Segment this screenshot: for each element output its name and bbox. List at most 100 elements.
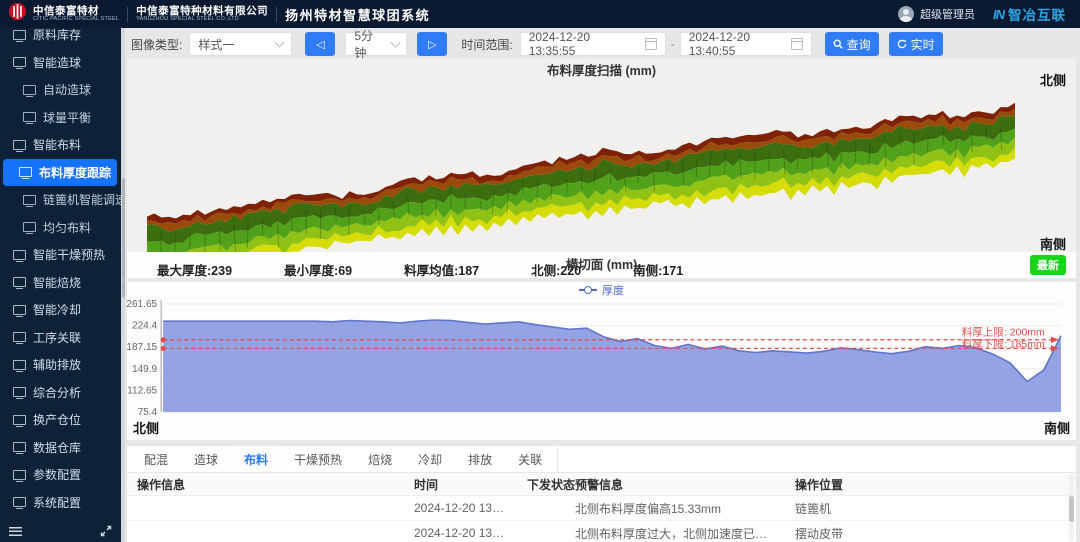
latest-badge[interactable]: 最新 [1030, 255, 1066, 275]
tab-0[interactable]: 配混 [131, 446, 181, 472]
monitor-icon [13, 140, 26, 150]
sidebar-item-label: 智能干燥预热 [33, 246, 105, 263]
interval-select[interactable]: 5分钟 [345, 32, 407, 56]
col-header-0: 操作信息 [127, 476, 404, 493]
tab-4[interactable]: 焙烧 [355, 446, 405, 472]
legend-marker-icon [579, 289, 597, 291]
citic-logo-icon [8, 2, 27, 26]
sidebar-item-2[interactable]: 自动造球 [0, 76, 121, 104]
sidebar-item-15[interactable]: 数据仓库 [0, 434, 121, 462]
cell-0-3: 北侧布料厚度偏高15.33mm [565, 500, 785, 517]
sidebar-item-11[interactable]: 工序关联 [0, 324, 121, 352]
cross-section-panel: 厚度 75.4112.65149.9187.15224.4261.65料厚上限:… [127, 282, 1076, 440]
collapse-menu-icon[interactable] [9, 527, 22, 536]
markline-label-0: 料厚上限: 200mm [962, 326, 1045, 339]
prev-interval-button[interactable]: ◁ [305, 32, 335, 56]
brand-yangzhou: 中信泰富特种材料有限公司 YANGZHOU SPECIAL STEEL CO.,… [136, 6, 268, 23]
sidebar-item-label: 辅助排放 [33, 356, 81, 373]
svg-text:261.65: 261.65 [127, 299, 158, 310]
table-row[interactable]: 2024-12-20 13:40:00北侧布料厚度偏高15.33mm链篦机 [127, 496, 1076, 521]
tab-6[interactable]: 排放 [455, 446, 505, 472]
next-interval-button[interactable]: ▷ [417, 32, 447, 56]
table-scrollbar-thumb[interactable] [1069, 496, 1074, 522]
sidebar-item-label: 系统配置 [33, 494, 81, 511]
realtime-button[interactable]: 实时 [889, 32, 943, 56]
query-button[interactable]: 查询 [825, 32, 879, 56]
cell-1-3: 北侧布料厚度过大，北侧加速度已达上限值，不再增速 [565, 525, 785, 542]
monitor-icon [13, 277, 26, 287]
monitor-icon [13, 250, 26, 260]
user-name: 超级管理员 [920, 6, 975, 22]
tab-1[interactable]: 造球 [181, 446, 231, 472]
sidebar-item-label: 智能焙烧 [33, 274, 81, 291]
vendor-name: 智冶互联 [1008, 4, 1066, 24]
sidebar-item-5[interactable]: 布料厚度跟踪 [3, 159, 117, 187]
sidebar-menu: 原料库存智能造球自动造球球量平衡智能布料布料厚度跟踪链篦机智能调速均匀布料智能干… [0, 28, 121, 516]
tab-5[interactable]: 冷却 [405, 446, 455, 472]
stat-2: 料厚均值:187 [404, 260, 479, 279]
table-scrollbar[interactable] [1069, 474, 1074, 540]
monitor-icon [13, 360, 26, 370]
sidebar-scrollbar-thumb[interactable] [122, 178, 125, 298]
calendar-icon [645, 38, 657, 50]
sidebar-item-label: 智能造球 [33, 54, 81, 71]
sidebar-item-17[interactable]: 系统配置 [0, 489, 121, 517]
sidebar-item-label: 自动造球 [43, 81, 91, 98]
monitor-icon [13, 305, 26, 315]
time-to-input[interactable]: 2024-12-20 13:40:55 [680, 32, 812, 56]
col-header-3: 预警信息 [565, 476, 785, 493]
sidebar-item-10[interactable]: 智能冷却 [0, 296, 121, 324]
tab-3[interactable]: 干燥预热 [281, 446, 355, 472]
sidebar-item-7[interactable]: 均匀布料 [0, 214, 121, 242]
tab-2[interactable]: 布料 [231, 446, 281, 472]
sidebar-item-9[interactable]: 智能焙烧 [0, 269, 121, 297]
surface-stats-band: 横切面 (mm) 最大厚度:239最小厚度:69料厚均值:187北侧:220南侧… [127, 252, 1076, 278]
events-panel: 配混造球布料干燥预热焙烧冷却排放关联 操作信息时间下发状态预警信息操作位置 20… [127, 446, 1076, 542]
sidebar-item-label: 工序关联 [33, 329, 81, 346]
fullscreen-icon[interactable] [100, 525, 112, 537]
sidebar-item-label: 智能布料 [33, 136, 81, 153]
monitor-icon [13, 387, 26, 397]
tab-7[interactable]: 关联 [505, 446, 555, 472]
surface-stats: 最大厚度:239最小厚度:69料厚均值:187北侧:220南侧:171 [157, 260, 683, 279]
sidebar-item-16[interactable]: 参数配置 [0, 461, 121, 489]
sidebar-item-14[interactable]: 换产仓位 [0, 406, 121, 434]
legend-thickness[interactable]: 厚度 [127, 282, 1076, 298]
sidebar-item-8[interactable]: 智能干燥预热 [0, 241, 121, 269]
col-header-2: 下发状态 [517, 476, 565, 493]
sidebar-item-1[interactable]: 智能造球 [0, 49, 121, 77]
sidebar-scrollbar[interactable] [121, 28, 125, 542]
monitor-icon [13, 442, 26, 452]
table-body: 2024-12-20 13:40:00北侧布料厚度偏高15.33mm链篦机202… [127, 496, 1076, 542]
image-type-select[interactable]: 样式一 [189, 32, 292, 56]
monitor-icon [23, 85, 36, 95]
sidebar-footer [0, 520, 121, 542]
monitor-icon [13, 332, 26, 342]
monitor-icon [13, 470, 26, 480]
time-range-label: 时间范围: [461, 36, 512, 53]
vendor-mark-icon: IN [993, 7, 1004, 22]
sidebar-item-6[interactable]: 链篦机智能调速 [0, 186, 121, 214]
sidebar-item-0[interactable]: 原料库存 [0, 28, 121, 49]
table-row[interactable]: 2024-12-20 13:37:00 北侧布料厚度过大，北侧加速度已达上限值，不… [127, 521, 1076, 542]
area-south-label: 南侧 [1044, 420, 1070, 438]
cell-0-4: 链篦机 [785, 500, 1076, 517]
chevron-down-icon [390, 38, 400, 48]
sidebar-item-13[interactable]: 综合分析 [0, 379, 121, 407]
stat-4: 南侧:171 [633, 260, 683, 279]
sidebar-item-3[interactable]: 球量平衡 [0, 104, 121, 132]
sidebar-item-label: 数据仓库 [33, 439, 81, 456]
area-axis-labels: 北侧 南侧 [127, 420, 1076, 438]
svg-text:187.15: 187.15 [127, 342, 158, 353]
markline-label-1: 料厚下限: 185mm [962, 337, 1045, 350]
app-header: 中信泰富特材 CITIC PACIFIC SPECIAL STEEL 中信泰富特… [0, 0, 1080, 28]
cell-1-1: 2024-12-20 13:37:00 [404, 526, 517, 540]
monitor-icon [23, 195, 36, 205]
time-from-input[interactable]: 2024-12-20 13:35:55 [520, 32, 666, 56]
vendor-logo: IN 智冶互联 [993, 4, 1066, 24]
user-menu[interactable]: 超级管理员 [898, 6, 975, 22]
sidebar-item-4[interactable]: 智能布料 [0, 131, 121, 159]
sidebar-item-label: 参数配置 [33, 466, 81, 483]
col-header-1: 时间 [404, 476, 517, 493]
sidebar-item-12[interactable]: 辅助排放 [0, 351, 121, 379]
